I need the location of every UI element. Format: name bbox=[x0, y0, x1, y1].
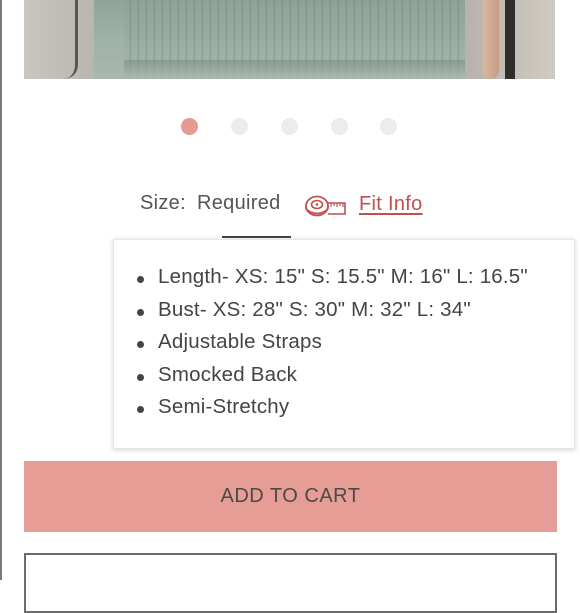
size-selector: Size: Required bbox=[0, 192, 580, 222]
fit-info-item: Bust- XS: 28" S: 30" M: 32" L: 34" bbox=[137, 298, 528, 331]
secondary-action-button[interactable] bbox=[24, 553, 557, 613]
fit-info-item: Adjustable Straps bbox=[137, 330, 528, 363]
image-stand bbox=[505, 0, 515, 79]
fit-info-popup: Length- XS: 15" S: 15.5" M: 16" L: 16.5"… bbox=[113, 239, 575, 449]
image-background bbox=[24, 0, 94, 79]
size-value-underline bbox=[222, 236, 291, 238]
bullet-icon bbox=[137, 341, 144, 348]
fit-info-item: Length- XS: 15" S: 15.5" M: 16" L: 16.5" bbox=[137, 265, 528, 298]
fit-info-text: Length- XS: 15" S: 15.5" M: 16" L: 16.5" bbox=[158, 265, 528, 288]
bullet-icon bbox=[137, 276, 144, 283]
gallery-dot-4[interactable] bbox=[331, 118, 348, 135]
add-to-cart-button[interactable]: ADD TO CART bbox=[24, 461, 557, 532]
bullet-icon bbox=[137, 373, 144, 381]
gallery-dot-5[interactable] bbox=[380, 118, 397, 135]
fit-info-text: Bust- XS: 28" S: 30" M: 32" L: 34" bbox=[158, 297, 471, 321]
bullet-icon bbox=[137, 406, 144, 413]
fit-info-list: Length- XS: 15" S: 15.5" M: 16" L: 16.5"… bbox=[137, 265, 528, 428]
image-cord bbox=[64, 0, 78, 79]
gallery-dots bbox=[0, 118, 580, 136]
fit-info-link[interactable]: Fit Info bbox=[359, 193, 423, 216]
fit-info-text: Smocked Back bbox=[158, 362, 298, 386]
left-border bbox=[0, 0, 2, 580]
size-label: Size: bbox=[140, 192, 186, 214]
gallery-dot-2[interactable] bbox=[231, 118, 248, 135]
image-dress-hem bbox=[124, 60, 474, 79]
fit-info-item: Smocked Back bbox=[137, 363, 528, 396]
product-image[interactable] bbox=[24, 0, 555, 79]
gallery-dot-3[interactable] bbox=[281, 118, 298, 135]
size-value[interactable]: Required bbox=[197, 192, 281, 215]
image-arm bbox=[483, 0, 499, 79]
bullet-icon bbox=[137, 308, 144, 316]
fit-info-item: Semi-Stretchy bbox=[137, 395, 528, 428]
measuring-tape-icon[interactable] bbox=[305, 194, 348, 219]
gallery-dot-1[interactable] bbox=[181, 118, 198, 135]
fit-info-text: Semi-Stretchy bbox=[158, 395, 290, 418]
fit-info-text: Adjustable Straps bbox=[158, 330, 323, 353]
